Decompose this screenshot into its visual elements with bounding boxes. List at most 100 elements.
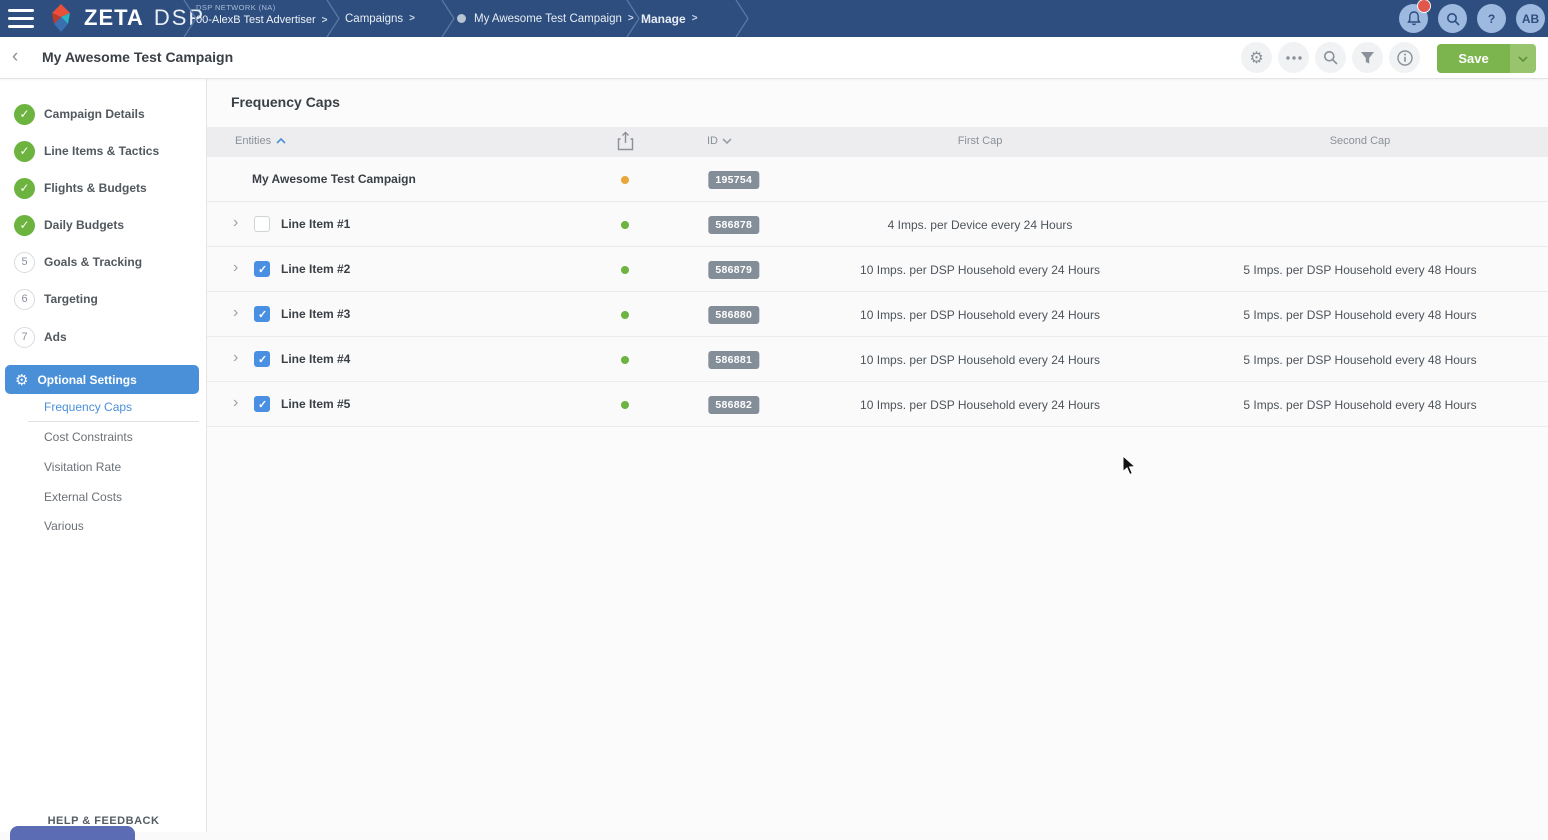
id-badge: 586882 xyxy=(708,396,759,414)
first-cap-value: 10 Imps. per DSP Household every 24 Hour… xyxy=(780,398,1180,412)
expand-chevron-icon[interactable]: › xyxy=(233,394,238,412)
sidebar-subitem-frequency-caps[interactable]: Frequency Caps xyxy=(44,400,132,414)
table-row-line-item-1[interactable]: › Line Item #1 586878 4 Imps. per Device… xyxy=(207,202,1548,247)
sidebar-item-flights-budgets[interactable]: ✓ Flights & Budgets xyxy=(0,173,207,203)
save-button[interactable]: Save xyxy=(1437,44,1510,73)
user-avatar[interactable]: AB xyxy=(1516,4,1545,33)
row-checkbox[interactable] xyxy=(254,396,270,412)
expand-chevron-icon[interactable]: › xyxy=(233,304,238,322)
chat-widget-button[interactable] xyxy=(10,826,135,840)
sort-caret-up-icon xyxy=(276,138,286,144)
breadcrumb-campaign[interactable]: My Awesome Test Campaign> xyxy=(457,0,634,37)
chevron-right-icon: > xyxy=(409,13,415,24)
back-arrow-icon[interactable]: ‹ xyxy=(12,46,18,68)
sidebar-item-campaign-details[interactable]: ✓ Campaign Details xyxy=(0,99,207,129)
row-checkbox[interactable] xyxy=(254,261,270,277)
breadcrumb-advertiser[interactable]: DSP NETWORK (NA) 00-AlexB Test Advertise… xyxy=(196,3,327,40)
table-row-line-item-2[interactable]: › Line Item #2 586879 10 Imps. per DSP H… xyxy=(207,247,1548,292)
row-checkbox[interactable] xyxy=(254,351,270,367)
chevron-right-icon: > xyxy=(692,13,698,24)
notifications-button[interactable] xyxy=(1399,4,1428,33)
ellipsis-icon xyxy=(1286,56,1302,60)
bell-icon xyxy=(1407,11,1421,26)
settings-button[interactable]: ⚙ xyxy=(1241,42,1272,73)
help-button[interactable]: ? xyxy=(1477,4,1506,33)
zeta-logo-icon xyxy=(46,4,76,32)
status-dot-icon xyxy=(457,14,466,23)
sidebar-item-line-items-tactics[interactable]: ✓ Line Items & Tactics xyxy=(0,136,207,166)
first-cap-value: 10 Imps. per DSP Household every 24 Hour… xyxy=(780,353,1180,367)
table-row-line-item-4[interactable]: › Line Item #4 586881 10 Imps. per DSP H… xyxy=(207,337,1548,382)
info-button[interactable] xyxy=(1389,42,1420,73)
more-options-button[interactable] xyxy=(1278,42,1309,73)
table-header: Entities ID First Cap Second Cap xyxy=(207,127,1548,157)
sidebar-subitem-external-costs[interactable]: External Costs xyxy=(44,490,122,504)
export-share-icon[interactable] xyxy=(617,131,634,151)
status-dot-orange xyxy=(621,176,629,184)
search-table-button[interactable] xyxy=(1315,42,1346,73)
search-icon xyxy=(1446,12,1460,26)
search-button[interactable] xyxy=(1438,4,1467,33)
expand-chevron-icon[interactable]: › xyxy=(233,259,238,277)
page-title: My Awesome Test Campaign xyxy=(42,49,233,65)
check-icon: ✓ xyxy=(14,141,35,162)
breadcrumb-campaigns[interactable]: Campaigns> xyxy=(345,0,415,37)
chevron-right-icon: > xyxy=(322,15,328,26)
entity-name: Line Item #1 xyxy=(281,217,350,231)
sidebar-item-daily-budgets[interactable]: ✓ Daily Budgets xyxy=(0,210,207,240)
sidebar-item-ads[interactable]: 7 Ads xyxy=(0,322,207,352)
hamburger-menu-icon[interactable] xyxy=(8,9,34,28)
expand-chevron-icon[interactable]: › xyxy=(233,214,238,232)
table-row-line-item-5[interactable]: › Line Item #5 586882 10 Imps. per DSP H… xyxy=(207,382,1548,427)
sort-caret-down-icon xyxy=(722,138,732,144)
second-cap-value: 5 Imps. per DSP Household every 48 Hours xyxy=(1160,398,1548,412)
table-row-campaign[interactable]: › My Awesome Test Campaign 195754 xyxy=(207,157,1548,202)
second-cap-value: 5 Imps. per DSP Household every 48 Hours xyxy=(1160,353,1548,367)
status-dot-green xyxy=(621,311,629,319)
filter-button[interactable] xyxy=(1352,42,1383,73)
breadcrumb-separator xyxy=(326,0,341,37)
sidebar-subitem-cost-constraints[interactable]: Cost Constraints xyxy=(44,430,133,444)
first-cap-value: 10 Imps. per DSP Household every 24 Hour… xyxy=(780,263,1180,277)
column-header-id[interactable]: ID xyxy=(707,135,732,147)
sidebar-subitem-visitation-rate[interactable]: Visitation Rate xyxy=(44,460,121,474)
sidebar-subitem-various[interactable]: Various xyxy=(44,519,84,533)
divider xyxy=(28,421,199,422)
entity-name: Line Item #4 xyxy=(281,352,350,366)
id-badge: 586878 xyxy=(708,216,759,234)
entity-name: Line Item #3 xyxy=(281,307,350,321)
top-navigation-bar: ZETA DSP DSP NETWORK (NA) 00-AlexB Test … xyxy=(0,0,1548,37)
avatar-initials: AB xyxy=(1522,12,1539,26)
column-header-entities[interactable]: Entities xyxy=(235,135,286,147)
notification-badge xyxy=(1417,0,1431,13)
column-header-first-cap[interactable]: First Cap xyxy=(880,135,1080,147)
gear-icon: ⚙ xyxy=(15,371,28,389)
second-cap-value: 5 Imps. per DSP Household every 48 Hours xyxy=(1160,308,1548,322)
check-icon: ✓ xyxy=(14,104,35,125)
save-button-group: Save xyxy=(1437,44,1536,73)
status-dot-green xyxy=(621,356,629,364)
status-dot-green xyxy=(621,266,629,274)
first-cap-value: 4 Imps. per Device every 24 Hours xyxy=(780,218,1180,232)
zeta-dsp-logo[interactable]: ZETA DSP xyxy=(46,4,205,32)
breadcrumb-manage[interactable]: Manage> xyxy=(641,0,698,37)
campaign-header-bar: ‹ My Awesome Test Campaign ⚙ Save xyxy=(0,37,1548,79)
step-number: 6 xyxy=(14,289,35,310)
status-dot-green xyxy=(621,221,629,229)
network-label: DSP NETWORK (NA) xyxy=(196,3,327,12)
chevron-down-icon xyxy=(1518,56,1528,62)
step-number: 7 xyxy=(14,327,35,348)
info-icon xyxy=(1397,50,1413,66)
sidebar-item-targeting[interactable]: 6 Targeting xyxy=(0,284,207,314)
sidebar-item-optional-settings[interactable]: ⚙ Optional Settings xyxy=(5,365,199,394)
row-checkbox[interactable] xyxy=(254,306,270,322)
column-header-second-cap[interactable]: Second Cap xyxy=(1260,135,1460,147)
row-checkbox[interactable] xyxy=(254,216,270,232)
table-row-line-item-3[interactable]: › Line Item #3 586880 10 Imps. per DSP H… xyxy=(207,292,1548,337)
sidebar-item-goals-tracking[interactable]: 5 Goals & Tracking xyxy=(0,247,207,277)
entity-name: Line Item #5 xyxy=(281,397,350,411)
expand-chevron-icon[interactable]: › xyxy=(233,349,238,367)
save-dropdown-button[interactable] xyxy=(1510,44,1536,73)
entity-name: Line Item #2 xyxy=(281,262,350,276)
second-cap-value: 5 Imps. per DSP Household every 48 Hours xyxy=(1160,263,1548,277)
